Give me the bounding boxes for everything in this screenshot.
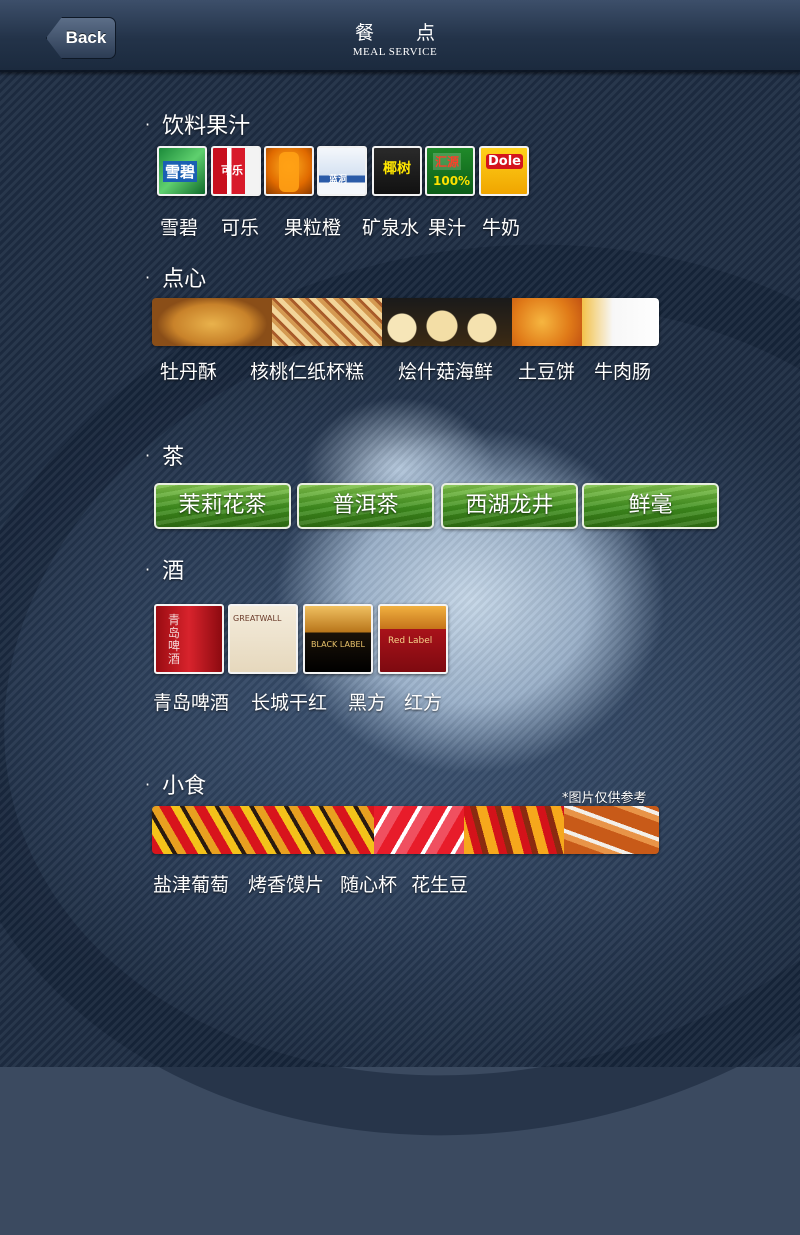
dessert-image-strip[interactable]: [152, 298, 659, 346]
wine-label[interactable]: 黑方: [348, 688, 386, 715]
drink-label[interactable]: 牛奶: [482, 213, 520, 240]
dessert-image-beef-roll: [582, 298, 659, 346]
drink-thumb-orange-juice[interactable]: [264, 146, 314, 196]
small-food-label[interactable]: 烤香馍片: [248, 870, 324, 897]
section-title-text: 酒: [162, 559, 185, 584]
section-title-text: 饮料果汁: [162, 114, 251, 139]
wine-label[interactable]: 青岛啤酒: [153, 688, 229, 715]
thumb-text: 雪碧: [163, 161, 198, 182]
drink-thumb-water[interactable]: 蓝洞: [317, 146, 367, 196]
drink-label[interactable]: 雪碧: [160, 213, 198, 240]
bullet-icon: ·: [145, 446, 151, 465]
section-title-tea: · 茶: [145, 439, 184, 471]
small-food-image-crackers: [464, 806, 564, 854]
thumb-text: 青岛啤酒: [168, 613, 181, 666]
drink-thumb-coconut[interactable]: 椰树: [372, 146, 422, 196]
thumb-text: GREATWALL: [233, 614, 282, 623]
drink-label[interactable]: 果汁: [428, 213, 466, 240]
top-navigation-bar: Back 餐点 MEAL SERVICE: [0, 0, 800, 72]
thumb-text: BLACK LABEL: [311, 640, 365, 649]
section-title-text: 茶: [162, 445, 185, 470]
wine-thumb-red-label[interactable]: Red Label: [378, 604, 448, 674]
tea-button-puer[interactable]: 普洱茶: [297, 483, 434, 529]
small-food-image-strip[interactable]: [152, 806, 659, 854]
bullet-icon: ·: [145, 115, 151, 134]
page-title: 餐点: [354, 22, 477, 44]
drink-label[interactable]: 可乐: [221, 213, 259, 240]
bullet-icon: ·: [145, 775, 151, 794]
small-food-image-peanuts: [564, 806, 659, 854]
drink-label[interactable]: 果粒橙: [284, 213, 341, 240]
small-food-image-cup: [374, 806, 464, 854]
drink-thumb-dole[interactable]: Dole: [479, 146, 529, 196]
page-subtitle: MEAL SERVICE: [352, 46, 438, 58]
tea-button-xianhao[interactable]: 鲜毫: [582, 483, 719, 529]
image-disclaimer: *图片仅供参考: [562, 791, 647, 806]
thumb-text: 椰树: [383, 161, 411, 177]
wine-thumb-black-label[interactable]: BLACK LABEL: [303, 604, 373, 674]
drink-label[interactable]: 矿泉水: [362, 213, 419, 240]
wine-label[interactable]: 红方: [404, 688, 442, 715]
drink-thumb-cola[interactable]: 可乐: [211, 146, 261, 196]
bullet-icon: ·: [145, 560, 151, 579]
section-title-small-food: · 小食: [145, 768, 206, 800]
small-food-image-candies: [152, 806, 374, 854]
wine-thumb-greatwall[interactable]: GREATWALL: [228, 604, 298, 674]
wine-thumb-tsingtao[interactable]: 青岛啤酒: [154, 604, 224, 674]
drink-thumb-huiyuan[interactable]: 汇源 100%: [425, 146, 475, 196]
tea-button-longjing[interactable]: 西湖龙井: [441, 483, 578, 529]
dessert-image-walnut-cake: [272, 298, 382, 346]
dessert-label[interactable]: 核桃仁纸杯糕: [250, 357, 364, 384]
dessert-label[interactable]: 烩什菇海鲜: [398, 357, 493, 384]
section-title-wine: · 酒: [145, 553, 184, 585]
wine-label[interactable]: 长城干红: [251, 688, 327, 715]
dessert-label[interactable]: 土豆饼: [518, 357, 575, 384]
section-title-drinks: · 饮料果汁: [145, 108, 250, 140]
thumb-text: Dole: [486, 154, 523, 169]
dessert-label[interactable]: 牛肉肠: [594, 357, 651, 384]
small-food-label[interactable]: 花生豆: [411, 870, 468, 897]
dessert-image-potato-cake: [512, 298, 582, 346]
menu-content: · 饮料果汁 雪碧 可乐 蓝洞 椰树 汇源 100% Dole 雪碧 可乐 果粒橙…: [0, 0, 800, 1067]
section-title-text: 点心: [162, 267, 207, 292]
percent-text: 100%: [433, 174, 471, 188]
section-title-text: 小食: [162, 774, 207, 799]
thumb-text: 蓝洞: [329, 175, 348, 185]
bullet-icon: ·: [145, 268, 151, 287]
thumb-text: 可乐: [221, 164, 243, 177]
dessert-image-mudan: [152, 298, 272, 346]
dessert-image-seafood: [382, 298, 512, 346]
thumb-text: Red Label: [388, 636, 433, 646]
section-title-dessert: · 点心: [145, 261, 206, 293]
bottle-shape: [279, 152, 299, 192]
small-food-label[interactable]: 随心杯: [340, 870, 397, 897]
dessert-label[interactable]: 牡丹酥: [160, 357, 217, 384]
tea-button-jasmine[interactable]: 茉莉花茶: [154, 483, 291, 529]
thumb-text: 汇源: [433, 153, 462, 170]
small-food-label[interactable]: 盐津葡萄: [153, 870, 229, 897]
drink-thumb-sprite[interactable]: 雪碧: [157, 146, 207, 196]
